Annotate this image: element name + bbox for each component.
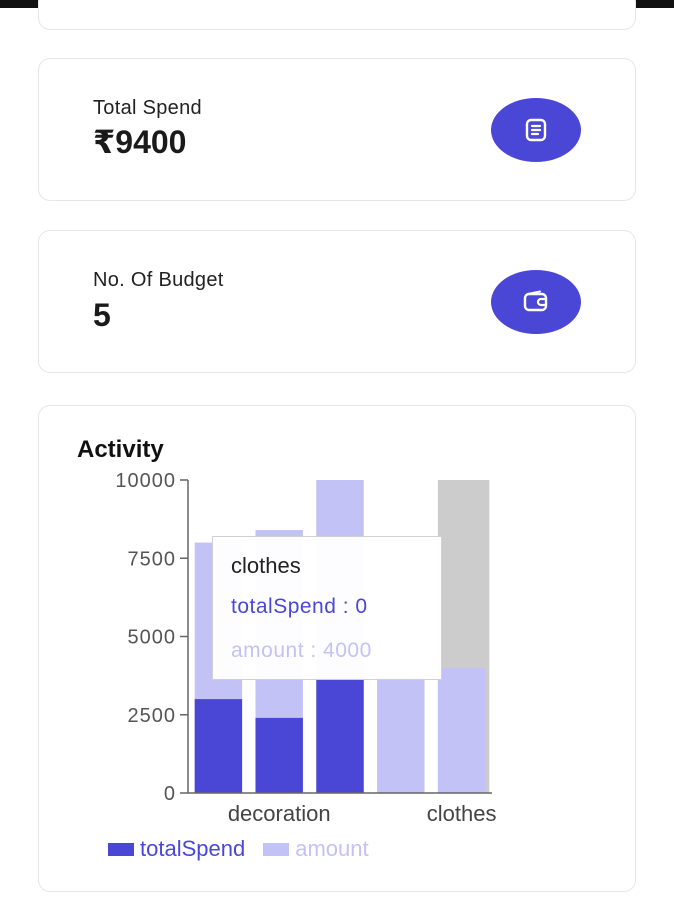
y-tick-label: 2500 <box>128 705 177 727</box>
bar-amount <box>377 677 425 793</box>
legend-label-amount: amount <box>295 836 369 861</box>
x-tick-label: decoration <box>228 801 331 825</box>
y-tick-label: 10000 <box>115 470 176 492</box>
bar-total-spend <box>194 699 243 793</box>
legend-swatch-total-spend <box>108 842 134 856</box>
total-spend-value: ₹9400 <box>93 124 187 160</box>
bar-amount <box>437 667 486 793</box>
budget-count-label: No. Of Budget <box>93 269 224 291</box>
bar-total-spend <box>316 677 364 793</box>
tooltip-amount: amount : 4000 <box>231 639 372 662</box>
chart-legend: totalSpend amount <box>108 836 387 862</box>
legend-item-amount[interactable]: amount <box>263 836 369 862</box>
total-spend-card: Total Spend ₹9400 <box>38 58 636 201</box>
previous-card <box>38 0 636 30</box>
legend-swatch-amount <box>263 842 290 856</box>
budget-count-value: 5 <box>93 297 111 333</box>
total-spend-label: Total Spend <box>93 97 202 119</box>
budget-count-card: No. Of Budget 5 <box>38 230 636 373</box>
tooltip-title: clothes <box>231 553 301 578</box>
x-tick-label: clothes <box>427 801 497 825</box>
legend-item-total-spend[interactable]: totalSpend <box>108 836 245 862</box>
receipt-icon <box>491 98 581 162</box>
y-tick-label: 0 <box>164 783 176 805</box>
legend-label-total-spend: totalSpend <box>140 836 246 861</box>
wallet-icon <box>491 270 581 334</box>
y-tick-label: 5000 <box>128 627 177 649</box>
y-tick-label: 7500 <box>128 548 177 570</box>
tooltip-total-spend: totalSpend : 0 <box>231 595 368 618</box>
bar-total-spend <box>255 717 303 793</box>
chart-tooltip: clothes totalSpend : 0 amount : 4000 <box>212 536 442 680</box>
